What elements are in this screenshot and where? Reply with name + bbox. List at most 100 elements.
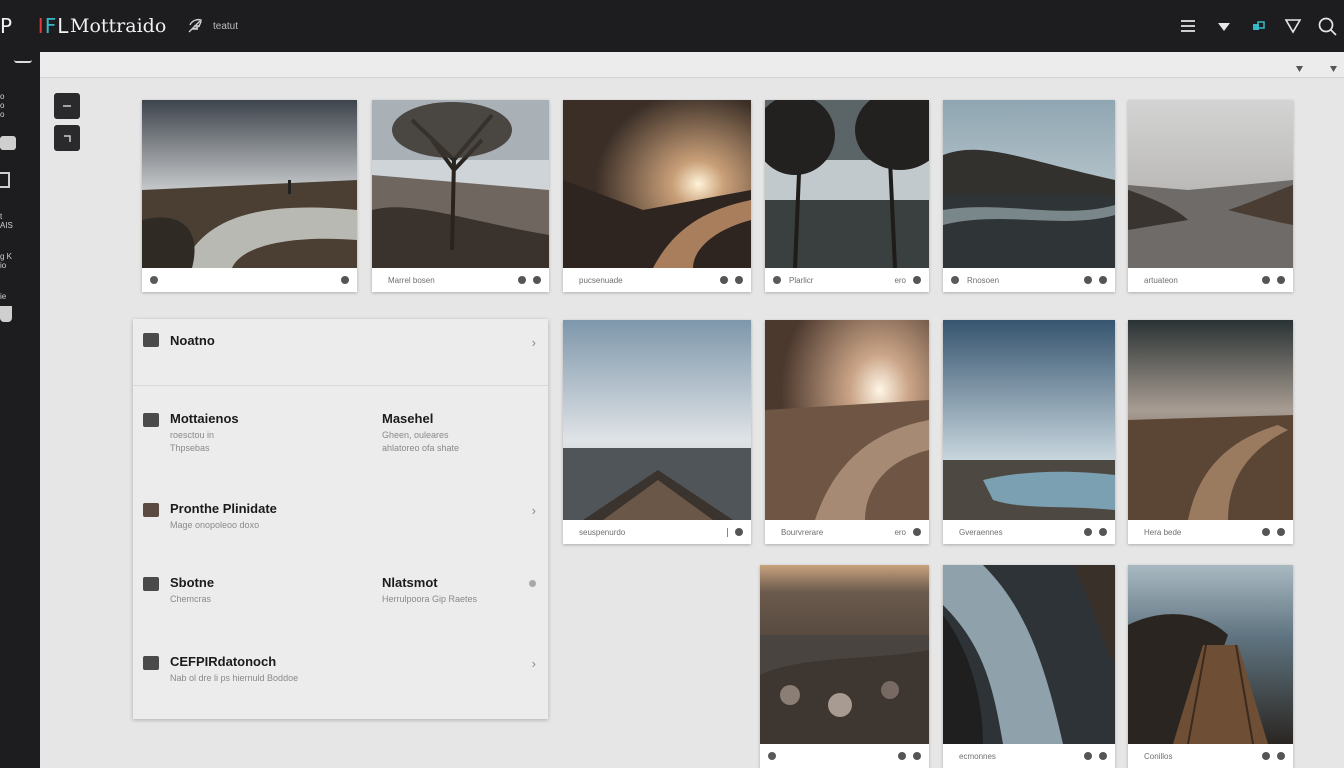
like-icon[interactable]: [341, 276, 349, 284]
photo-card[interactable]: artuateon: [1128, 100, 1293, 292]
more-icon[interactable]: [1099, 752, 1107, 760]
image-icon: [143, 656, 159, 670]
photo-caption: [142, 268, 357, 292]
photo-desert-sunset[interactable]: [765, 320, 929, 520]
more-icon[interactable]: [1277, 276, 1285, 284]
sidebar-item-3[interactable]: g K io: [0, 252, 12, 270]
menu-icon[interactable]: [1178, 16, 1198, 36]
photo-card[interactable]: Gveraennes: [943, 320, 1115, 544]
more-icon[interactable]: [735, 276, 743, 284]
logo-letter-l: L: [57, 14, 70, 38]
chevron-right-icon[interactable]: ›: [532, 503, 536, 518]
photo-hills-water[interactable]: [943, 100, 1115, 268]
tool-button-minus[interactable]: [54, 93, 80, 119]
avatar-icon: [768, 752, 776, 760]
sidebar-item-4[interactable]: ie: [0, 292, 6, 301]
like-icon[interactable]: [1084, 276, 1092, 284]
like-icon[interactable]: [1084, 528, 1092, 536]
photo-sunset-road[interactable]: [563, 100, 751, 268]
photo-card[interactable]: [142, 100, 357, 292]
photo-caption: artuateon: [1128, 268, 1293, 292]
left-sidebar: o o o t AIS g K io ie: [0, 52, 40, 768]
sub-toolbar: [40, 52, 1344, 78]
logo-letter-i: I: [37, 14, 45, 38]
chevron-right-icon[interactable]: ›: [532, 656, 536, 671]
photo-boat-sea[interactable]: [563, 320, 751, 520]
list-item[interactable]: Sbotne Chemcras Nlatsmot Herrulpoora Gip…: [133, 575, 548, 615]
photo-card[interactable]: Marrel bosen: [372, 100, 549, 292]
collapse-icon[interactable]: [14, 60, 32, 63]
photo-dunes-path[interactable]: [1128, 320, 1293, 520]
app-title: Mottraido: [70, 15, 167, 37]
info-icon[interactable]: [1295, 60, 1304, 72]
image-icon: [143, 577, 159, 591]
search-icon[interactable]: [1317, 16, 1337, 36]
like-icon[interactable]: [720, 276, 728, 284]
photo-rocky-shore[interactable]: [760, 565, 929, 744]
like-icon[interactable]: [1262, 752, 1270, 760]
photo-caption: Plarlicr ero: [765, 268, 929, 292]
photo-caption: ecmonnes: [943, 744, 1115, 768]
list-item[interactable]: Mottaienos roesctou in Thpsebas Masehel …: [133, 411, 548, 471]
like-icon[interactable]: [1262, 276, 1270, 284]
photo-caption: Bourvrerare ero: [765, 520, 929, 544]
settings-icon[interactable]: [1329, 60, 1338, 72]
photo-card[interactable]: ecmonnes: [943, 565, 1115, 768]
photo-caption: Gveraennes: [943, 520, 1115, 544]
tool-button-rotate[interactable]: [54, 125, 80, 151]
bookmark-icon[interactable]: [0, 172, 10, 188]
avatar-icon: [150, 276, 158, 284]
photo-card[interactable]: Rnosoen: [943, 100, 1115, 292]
photo-trees-lake[interactable]: [765, 100, 929, 268]
logo-letter-f: F: [44, 14, 58, 38]
image-icon: [143, 503, 159, 517]
sidebar-item-2[interactable]: t AIS: [0, 212, 13, 230]
photo-blue-lagoon[interactable]: [943, 320, 1115, 520]
feather-icon[interactable]: [186, 17, 204, 35]
photo-card[interactable]: [760, 565, 929, 768]
nav-label[interactable]: teatut: [213, 21, 238, 32]
filter-icon[interactable]: [1283, 16, 1303, 36]
list-item[interactable]: Pronthe Plinidate Mage onopoleoo doxo ›: [133, 501, 548, 541]
camera-icon[interactable]: [0, 136, 16, 150]
photo-boardwalk[interactable]: [1128, 565, 1293, 744]
layers-icon[interactable]: [1249, 16, 1269, 36]
like-icon[interactable]: [913, 528, 921, 536]
photo-card[interactable]: seuspenurdo: [563, 320, 751, 544]
trash-icon[interactable]: [0, 306, 12, 322]
more-icon[interactable]: [1277, 752, 1285, 760]
like-icon[interactable]: [913, 276, 921, 284]
photo-caption: [760, 744, 929, 768]
photo-card[interactable]: Plarlicr ero: [765, 100, 929, 292]
heart-icon[interactable]: [1214, 16, 1234, 36]
photo-caption: Hera bede: [1128, 520, 1293, 544]
chevron-right-icon[interactable]: ›: [532, 335, 536, 350]
more-icon[interactable]: [1099, 276, 1107, 284]
avatar-icon: [951, 276, 959, 284]
photo-beach-figure[interactable]: [142, 100, 357, 268]
list-item[interactable]: Noatno ›: [133, 333, 548, 373]
photo-tree-rocks[interactable]: [372, 100, 549, 268]
more-icon[interactable]: [735, 528, 743, 536]
like-icon[interactable]: [1084, 752, 1092, 760]
app-logo[interactable]: P IFL: [0, 14, 69, 38]
list-item[interactable]: CEFPIRdatonoch Nab ol dre li ps hiernuld…: [133, 654, 548, 694]
photo-tidal-rocks[interactable]: [943, 565, 1115, 744]
more-icon[interactable]: [533, 276, 541, 284]
photo-card[interactable]: pucsenuade: [563, 100, 751, 292]
more-icon[interactable]: [913, 752, 921, 760]
photo-caption: Marrel bosen: [372, 268, 549, 292]
photo-card[interactable]: Bourvrerare ero: [765, 320, 929, 544]
sidebar-item-1[interactable]: o o o: [0, 92, 4, 119]
like-icon[interactable]: [518, 276, 526, 284]
details-panel: Noatno › Mottaienos roesctou in Thpsebas…: [133, 319, 548, 719]
like-icon[interactable]: [1262, 528, 1270, 536]
more-icon[interactable]: [1099, 528, 1107, 536]
photo-card[interactable]: Conillos: [1128, 565, 1293, 768]
status-dot: [529, 580, 536, 587]
avatar-icon: [773, 276, 781, 284]
photo-estuary[interactable]: [1128, 100, 1293, 268]
like-icon[interactable]: [898, 752, 906, 760]
photo-card[interactable]: Hera bede: [1128, 320, 1293, 544]
more-icon[interactable]: [1277, 528, 1285, 536]
